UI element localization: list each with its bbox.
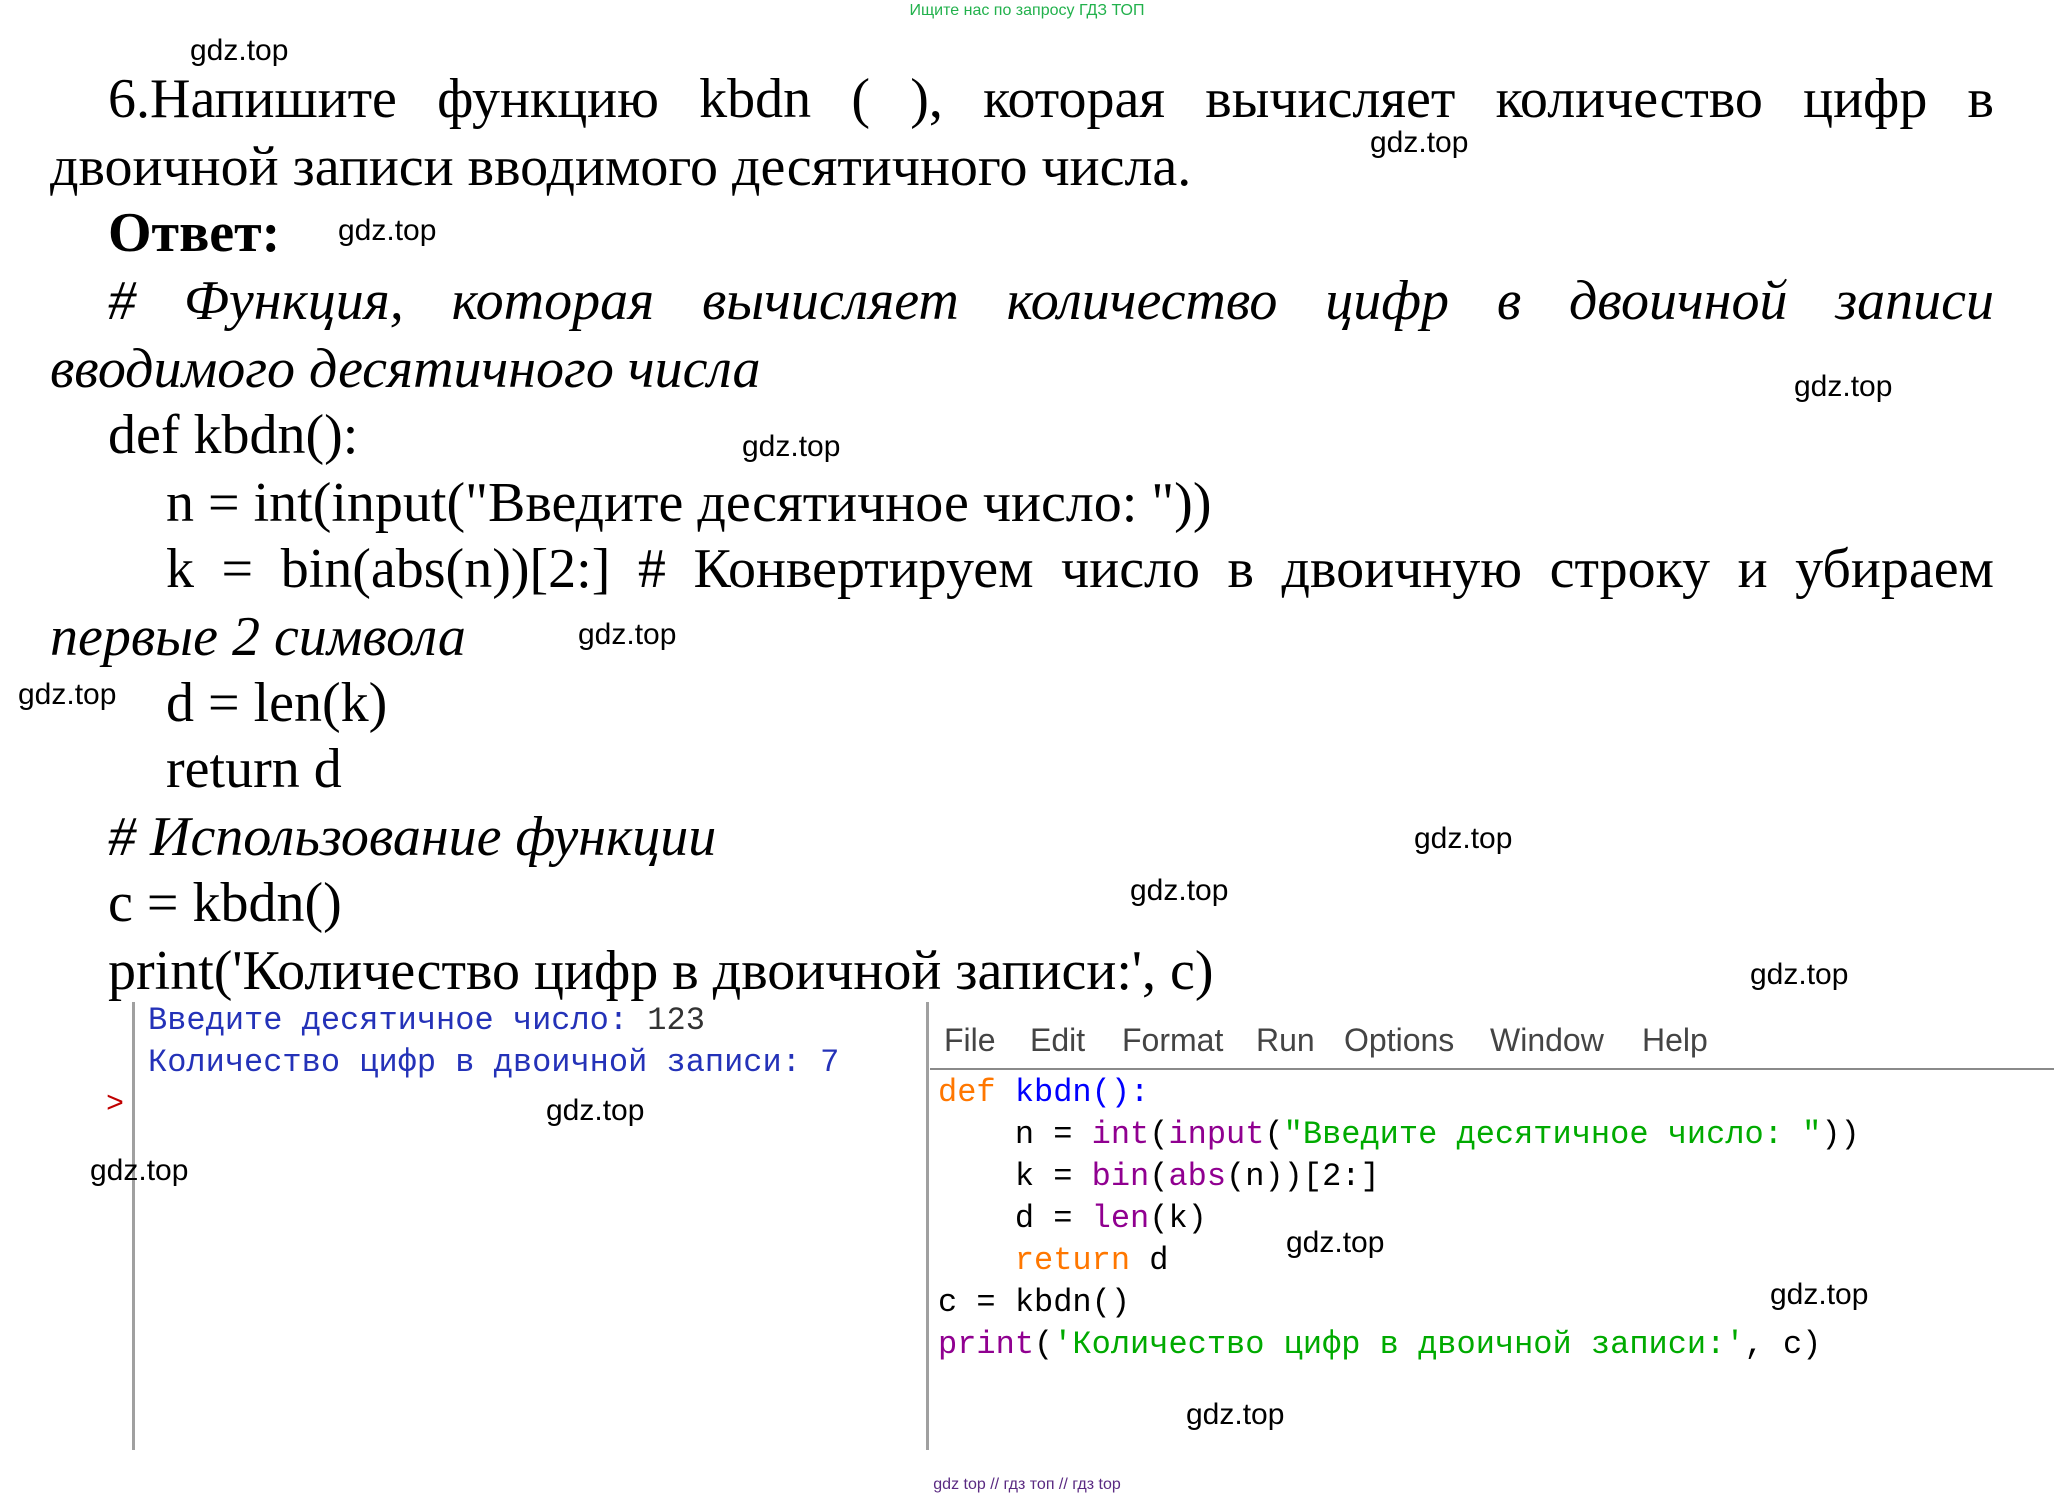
editor-line-2[interactable]: n = int(input("Введите десятичное число:…: [938, 1116, 1860, 1153]
code-k-line-text: k = bin(abs(n))[2:] # Конвертируем число…: [166, 538, 1994, 600]
editor-text: )): [1821, 1116, 1860, 1153]
menu-run[interactable]: Run: [1256, 1022, 1315, 1059]
task-line-2: двоичной записи вводимого десятичного чи…: [50, 136, 1192, 198]
menu-edit[interactable]: Edit: [1030, 1022, 1085, 1059]
shell-prompt-icon[interactable]: >: [106, 1088, 124, 1122]
code-n-line: n = int(input("Введите десятичное число:…: [166, 472, 1212, 534]
menu-file[interactable]: File: [944, 1022, 996, 1059]
menu-options[interactable]: Options: [1344, 1022, 1454, 1059]
task-line-1: 6.Напишите функцию kbdn ( ), которая выч…: [108, 68, 1994, 130]
code-print-line: print('Количество цифр в двоичной записи…: [108, 940, 1214, 1002]
builtin-bin: bin: [1091, 1158, 1150, 1195]
code-return-line: return d: [166, 738, 342, 800]
code-def-line: def kbdn():: [108, 404, 359, 466]
editor-text: , c): [1744, 1326, 1822, 1363]
kw-def: def: [938, 1074, 996, 1111]
editor-text: (: [1034, 1326, 1054, 1363]
shell-input-value: 123: [647, 1002, 705, 1039]
watermark: gdz.top: [1130, 874, 1229, 907]
editor-line-4[interactable]: d = len(k): [938, 1200, 1207, 1237]
editor-line-5[interactable]: return d: [938, 1242, 1169, 1279]
watermark: gdz.top: [578, 618, 677, 651]
editor-text: (: [1264, 1116, 1284, 1153]
builtin-int: int: [1091, 1116, 1150, 1153]
code-d-line: d = len(k): [166, 672, 388, 734]
editor-fn-name: kbdn():: [995, 1074, 1150, 1111]
answer-label: Ответ:: [108, 202, 281, 264]
shell-border: [132, 1002, 135, 1450]
code-comment-2: # Использование функции: [108, 806, 717, 868]
shell-input-line: Введите десятичное число: 123: [148, 1002, 705, 1039]
watermark: gdz.top: [18, 678, 117, 711]
watermark: gdz.top: [1370, 126, 1469, 159]
string-literal: "Введите десятичное число: ": [1283, 1116, 1822, 1153]
shell-output-text: Количество цифр в двоичной записи:: [148, 1044, 821, 1081]
editor-menubar: File Edit Format Run Options Window Help: [930, 1010, 2054, 1070]
shell-output-line: Количество цифр в двоичной записи: 7: [148, 1044, 839, 1081]
menu-window[interactable]: Window: [1490, 1022, 1604, 1059]
watermark: gdz.top: [1286, 1226, 1385, 1259]
editor-text: k =: [938, 1158, 1092, 1195]
editor-text: d =: [938, 1200, 1092, 1237]
editor-border: [926, 1002, 929, 1450]
menu-help[interactable]: Help: [1642, 1022, 1708, 1059]
kw-return: return: [1014, 1242, 1131, 1279]
code-comment-1: # Функция, которая вычисляет количество …: [108, 270, 1994, 332]
watermark: gdz.top: [546, 1094, 645, 1127]
watermark: gdz.top: [338, 214, 437, 247]
editor-line-3[interactable]: k = bin(abs(n))[2:]: [938, 1158, 1380, 1195]
code-k-line: k = bin(abs(n))[2:] # Конвертируем число…: [166, 536, 1994, 602]
watermark: gdz.top: [190, 34, 289, 67]
editor-line-1[interactable]: def kbdn():: [938, 1074, 1149, 1111]
editor-line-7[interactable]: print('Количество цифр в двоичной записи…: [938, 1326, 1821, 1363]
watermark: gdz.top: [1186, 1398, 1285, 1431]
builtin-len: len: [1091, 1200, 1150, 1237]
watermark: gdz.top: [1770, 1278, 1869, 1311]
builtin-abs: abs: [1168, 1158, 1227, 1195]
editor-text: d: [1130, 1242, 1169, 1279]
watermark: gdz.top: [1414, 822, 1513, 855]
shell-input-prompt: Введите десятичное число:: [148, 1002, 648, 1039]
top-banner: Ищите нас по запросу ГДЗ ТОП: [909, 2, 1145, 19]
watermark: gdz.top: [90, 1154, 189, 1187]
watermark: gdz.top: [1794, 370, 1893, 403]
menu-format[interactable]: Format: [1122, 1022, 1223, 1059]
bottom-banner: gdz top // гдз топ // гдз top: [933, 1476, 1121, 1493]
editor-line-6[interactable]: c = kbdn(): [938, 1284, 1130, 1321]
editor-text: (n))[2:]: [1226, 1158, 1380, 1195]
editor-text: n =: [938, 1116, 1092, 1153]
watermark: gdz.top: [742, 430, 841, 463]
shell-output-value: 7: [820, 1044, 840, 1081]
code-c-line: c = kbdn(): [108, 872, 342, 934]
watermark: gdz.top: [1750, 958, 1849, 991]
string-literal: 'Количество цифр в двоичной записи:': [1053, 1326, 1745, 1363]
code-comment-1-cont: вводимого десятичного числа: [50, 338, 761, 400]
builtin-print: print: [938, 1326, 1035, 1363]
editor-text: (: [1149, 1116, 1169, 1153]
editor-text: [938, 1242, 1015, 1279]
editor-text: (: [1149, 1158, 1169, 1195]
builtin-input: input: [1168, 1116, 1265, 1153]
editor-text: (k): [1149, 1200, 1207, 1237]
code-k-line-cont: первые 2 символа: [50, 606, 466, 668]
